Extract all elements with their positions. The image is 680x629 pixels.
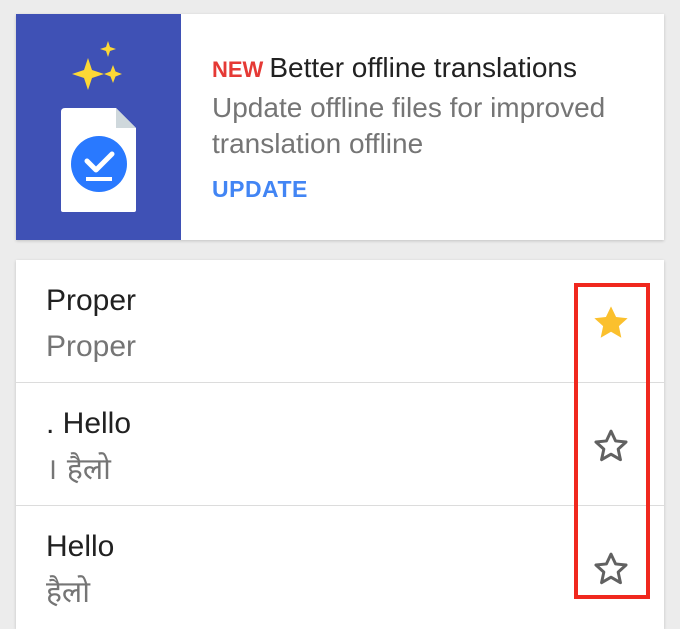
promo-description: Update offline files for improved transl… [212, 92, 606, 159]
promo-title-text: Better offline translations [269, 52, 577, 83]
phrasebook-list: Proper Proper . Hello । हैलो Hello हैलो [16, 260, 664, 629]
source-text: . Hello [46, 407, 132, 440]
promo-text: NEW Better offline translations Update of… [212, 50, 652, 203]
star-outline-icon[interactable] [590, 425, 632, 467]
source-text: Hello [46, 530, 115, 563]
promo-illustration [16, 14, 181, 240]
sparkle-icon [100, 41, 116, 57]
star-outline-icon[interactable] [590, 548, 632, 590]
sparkle-icon [72, 58, 104, 90]
sparkle-icon [104, 65, 122, 83]
translation-text: Proper [46, 330, 137, 363]
document-fold-icon [116, 108, 136, 128]
source-text: Proper [46, 284, 137, 317]
app-screen: NEW Better offline translations Update of… [0, 0, 680, 629]
list-item[interactable]: Proper Proper [16, 260, 664, 383]
offline-update-card: NEW Better offline translations Update of… [16, 14, 664, 240]
list-item[interactable]: . Hello । हैलो [16, 383, 664, 506]
list-item[interactable]: Hello हैलो [16, 506, 664, 628]
update-button[interactable]: UPDATE [212, 176, 308, 203]
translation-text: । हैलो [46, 452, 111, 487]
new-badge: NEW [212, 57, 264, 82]
download-bar-icon [86, 177, 112, 181]
translation-text: हैलो [46, 575, 91, 610]
document-check-icon [61, 41, 136, 212]
promo-title: NEW Better offline translations [212, 50, 652, 88]
star-filled-icon[interactable] [590, 302, 632, 344]
